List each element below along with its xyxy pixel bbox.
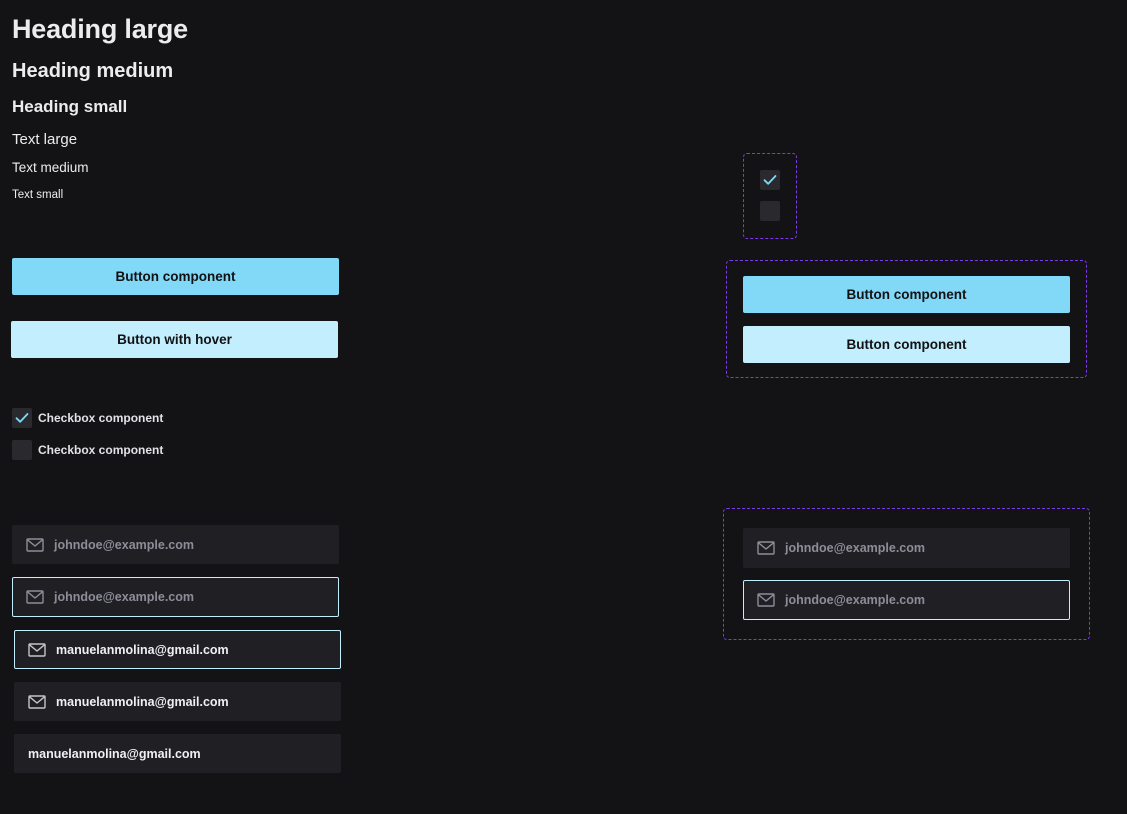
email-field-no-icon[interactable]: manuelanmolina@gmail.com (14, 734, 341, 773)
email-value: manuelanmolina@gmail.com (28, 746, 201, 761)
checkbox-variants-frame (743, 153, 797, 239)
mail-icon (757, 541, 775, 555)
email-field-empty[interactable]: johndoe@example.com (12, 525, 339, 564)
heading-large: Heading large (12, 14, 188, 44)
email-field-focused[interactable]: johndoe@example.com (743, 580, 1070, 620)
email-field-filled-focused[interactable]: manuelanmolina@gmail.com (14, 630, 341, 669)
heading-small: Heading small (12, 97, 128, 116)
checkbox-row-checked[interactable]: Checkbox component (12, 408, 163, 428)
text-medium: Text medium (12, 160, 89, 175)
checkbox-unchecked[interactable] (12, 440, 32, 460)
check-icon (763, 175, 777, 185)
email-field-filled[interactable]: manuelanmolina@gmail.com (14, 682, 341, 721)
email-field-focused[interactable]: johndoe@example.com (12, 577, 339, 617)
checkbox-row-unchecked[interactable]: Checkbox component (12, 440, 163, 460)
checkbox-checked[interactable] (12, 408, 32, 428)
primary-button[interactable]: Button component (12, 258, 339, 295)
mail-icon (28, 694, 46, 709)
hover-button[interactable]: Button with hover (11, 321, 338, 358)
checkbox-checked[interactable] (760, 170, 780, 190)
email-field-empty[interactable]: johndoe@example.com (743, 528, 1070, 568)
hover-button[interactable]: Button component (743, 326, 1070, 363)
check-icon (15, 413, 29, 423)
heading-medium: Heading medium (12, 60, 174, 82)
mail-icon (28, 642, 46, 657)
email-placeholder: johndoe@example.com (785, 593, 925, 607)
text-small: Text small (12, 189, 64, 201)
email-placeholder: johndoe@example.com (785, 541, 925, 555)
checkbox-label: Checkbox component (38, 411, 164, 425)
primary-button[interactable]: Button component (743, 276, 1070, 313)
email-placeholder: johndoe@example.com (54, 590, 194, 604)
email-placeholder: johndoe@example.com (54, 537, 194, 552)
email-value: manuelanmolina@gmail.com (56, 642, 229, 657)
checkbox-unchecked[interactable] (760, 201, 780, 221)
mail-icon (26, 537, 44, 552)
checkbox-label: Checkbox component (38, 443, 164, 457)
text-large: Text large (12, 131, 78, 148)
mail-icon (757, 593, 775, 607)
email-value: manuelanmolina@gmail.com (56, 694, 229, 709)
mail-icon (26, 590, 44, 604)
